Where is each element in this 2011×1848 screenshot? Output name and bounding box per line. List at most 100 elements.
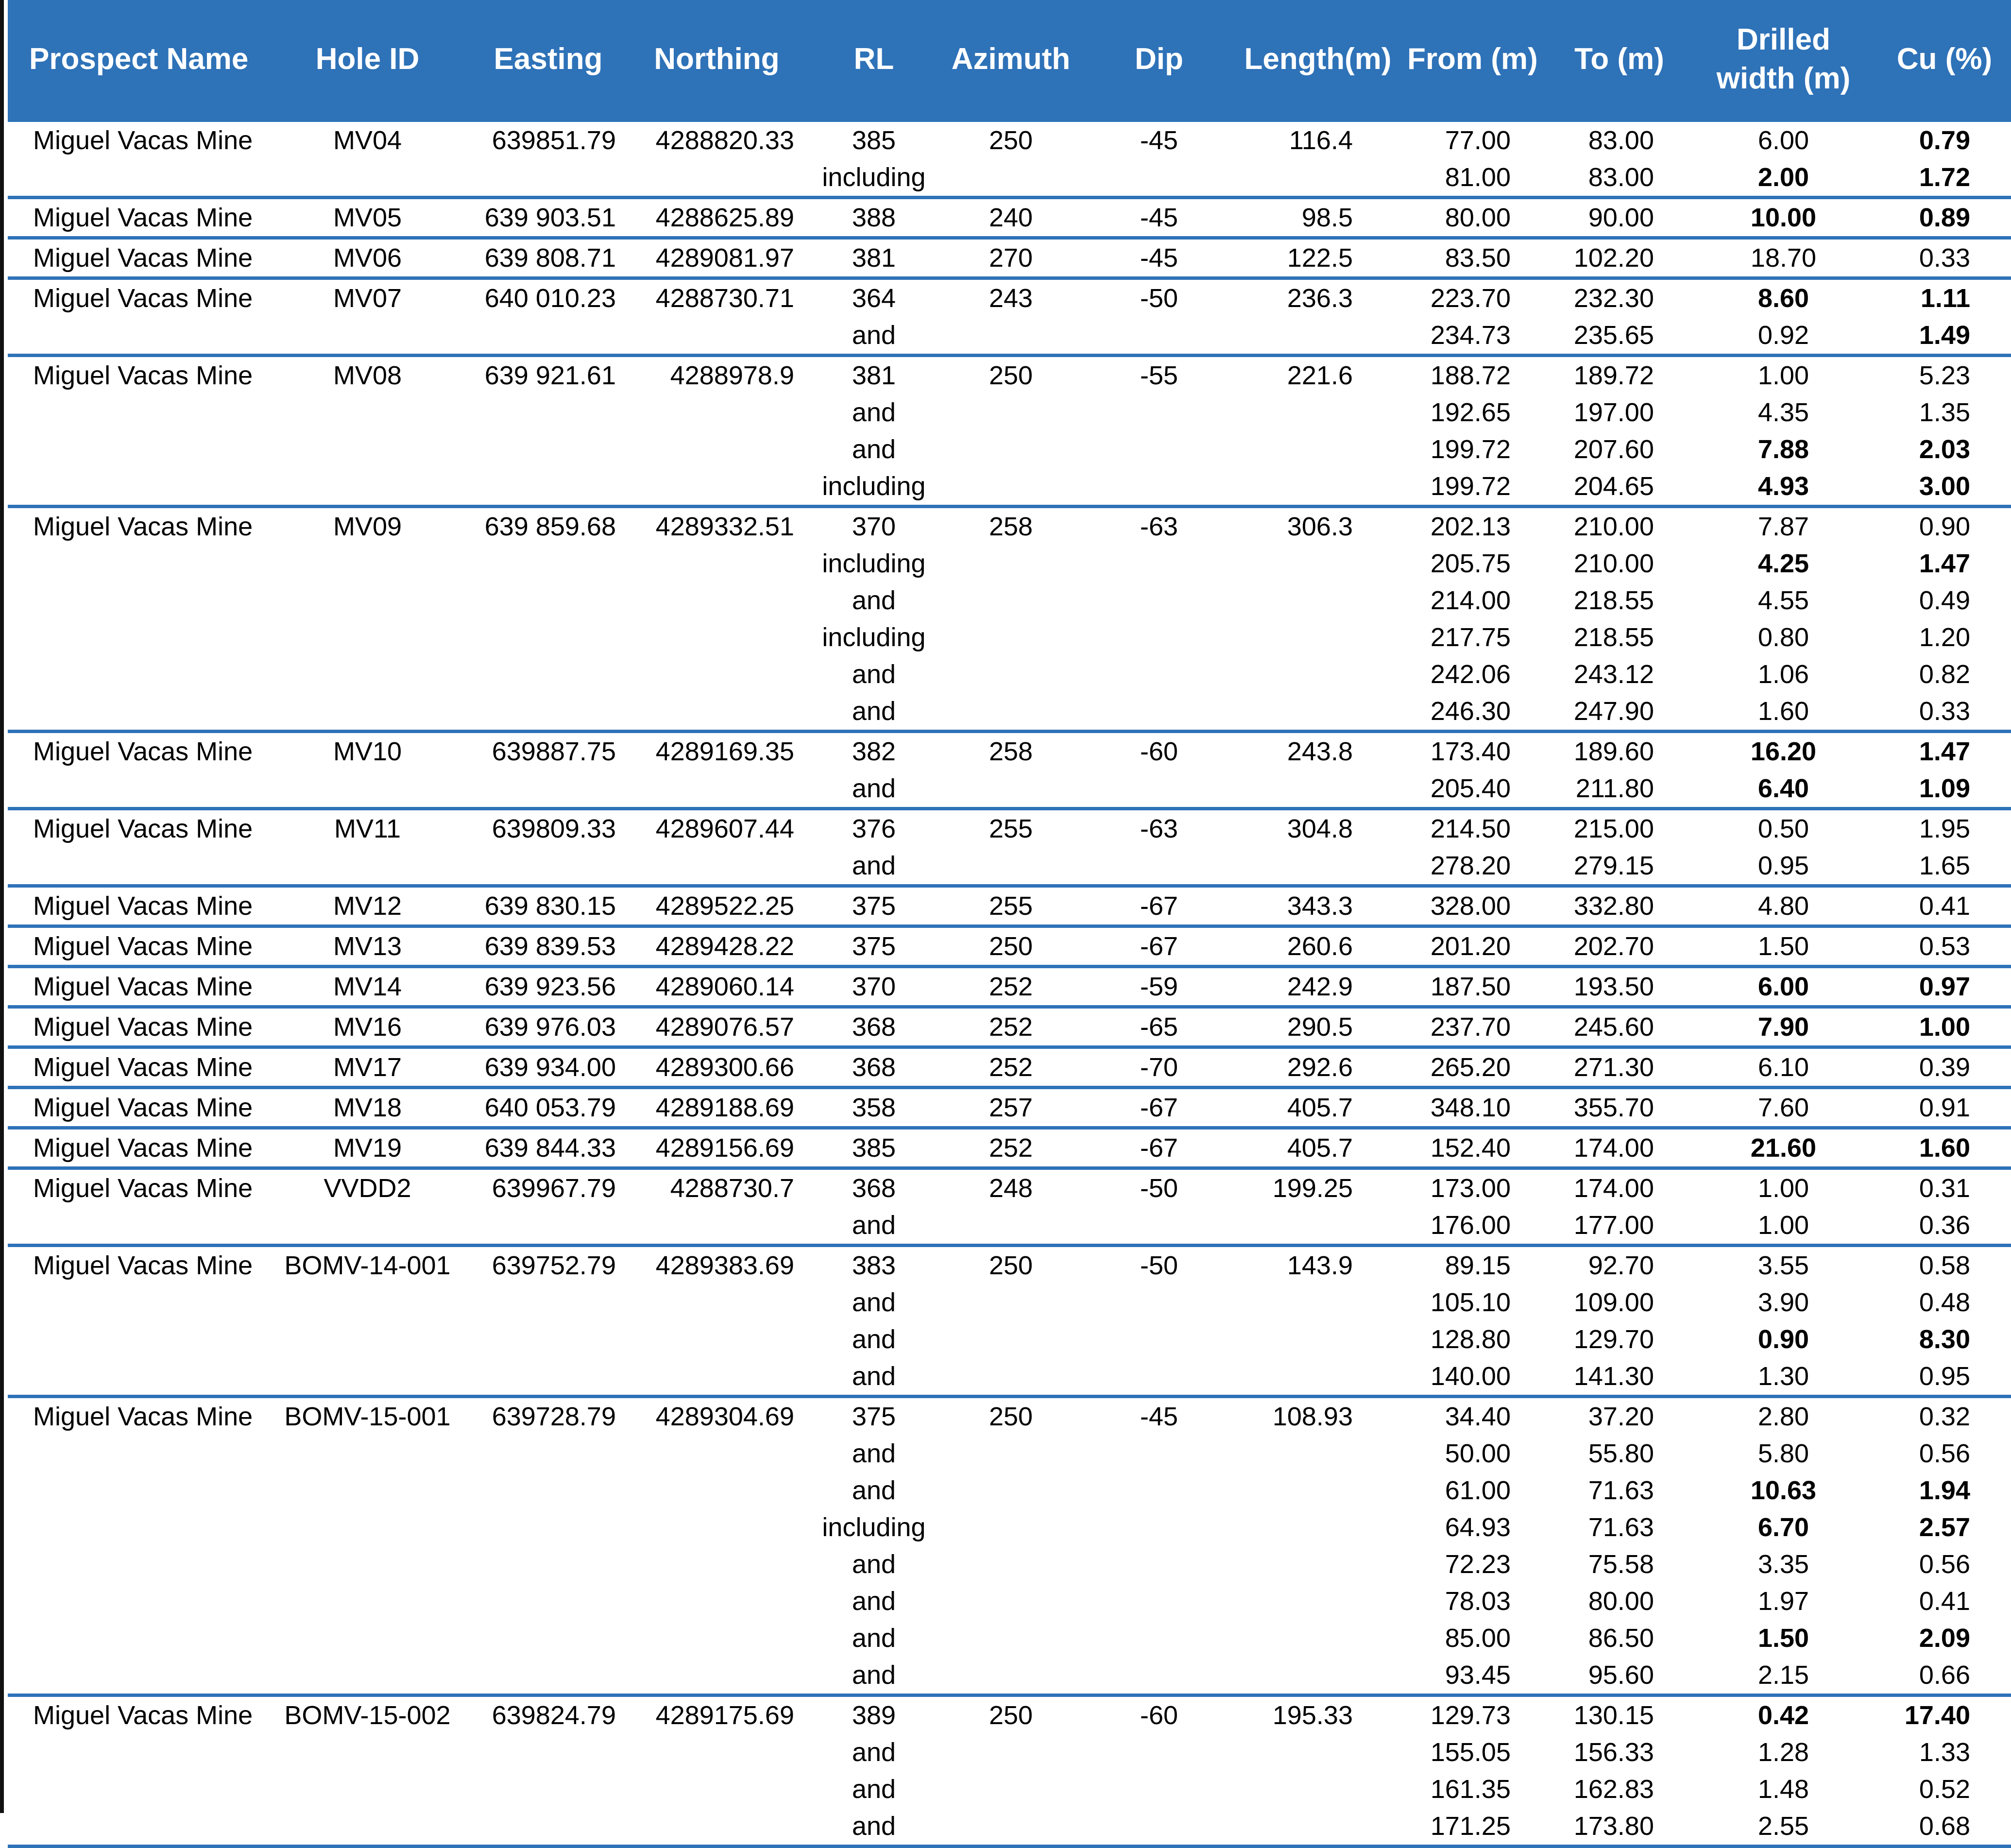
table-row: and 50.00 55.80 5.80 0.56 bbox=[8, 1435, 2011, 1472]
northing-cell: 4289169.35 bbox=[626, 729, 808, 770]
to-cell: 193.50 bbox=[1546, 964, 1693, 1009]
northing-cell bbox=[626, 770, 808, 810]
prospect-name-cell bbox=[8, 656, 264, 693]
table-row: Miguel Vacas Mine BOMV-15-001 639728.79 428… bbox=[8, 1394, 2011, 1435]
dip-cell bbox=[1082, 582, 1236, 619]
length-cell: 304.8 bbox=[1236, 806, 1399, 847]
length-cell bbox=[1236, 1771, 1399, 1808]
interval-label-cell: including bbox=[822, 1512, 926, 1542]
dip-cell bbox=[1082, 692, 1236, 733]
northing-cell bbox=[626, 1546, 808, 1583]
northing-cell bbox=[626, 582, 808, 619]
hole-id-cell bbox=[264, 1771, 471, 1808]
easting-cell bbox=[471, 1771, 626, 1808]
prospect-name-cell bbox=[8, 467, 264, 508]
northing-cell: 4289304.69 bbox=[626, 1394, 808, 1435]
dip-cell: -50 bbox=[1082, 1243, 1236, 1284]
table-row: Miguel Vacas Mine MV08 639 921.61 4288978.9… bbox=[8, 353, 2011, 394]
cu-cell: 0.41 bbox=[1874, 884, 2011, 928]
azimuth-cell bbox=[940, 1771, 1082, 1808]
table-row: Miguel Vacas Mine MV19 639 844.33 4289156.6… bbox=[8, 1126, 2011, 1170]
drilled-width-cell: 6.70 bbox=[1757, 1512, 1809, 1542]
prospect-name-cell: Miguel Vacas Mine bbox=[8, 964, 264, 1009]
azimuth-cell: 252 bbox=[940, 964, 1082, 1009]
drilled-width-cell: 18.70 bbox=[1693, 236, 1874, 280]
to-cell: 174.00 bbox=[1546, 1126, 1693, 1170]
table-row: Miguel Vacas Mine MV18 640 053.79 4289188.6… bbox=[8, 1085, 2011, 1129]
azimuth-cell: 250 bbox=[940, 118, 1082, 159]
table-row: and 78.03 80.00 1.97 0.41 bbox=[8, 1583, 2011, 1620]
cu-cell: 1.65 bbox=[1874, 847, 2011, 888]
easting-cell bbox=[471, 1656, 626, 1697]
easting-cell bbox=[471, 1734, 626, 1771]
hole-id-cell bbox=[264, 394, 471, 431]
easting-cell: 639728.79 bbox=[471, 1394, 626, 1435]
northing-cell bbox=[626, 1734, 808, 1771]
to-cell: 173.80 bbox=[1546, 1807, 1693, 1848]
hole-id-cell: MV07 bbox=[264, 276, 471, 317]
table-row: Miguel Vacas Mine MV13 639 839.53 4289428.2… bbox=[8, 924, 2011, 968]
prospect-name-cell: Miguel Vacas Mine bbox=[8, 118, 264, 159]
table-row: and 192.65 197.00 4.35 1.35 bbox=[8, 394, 2011, 431]
hole-id-cell bbox=[264, 1807, 471, 1848]
drilled-width-cell: 7.90 bbox=[1693, 1005, 1874, 1049]
rl-cell: 370 bbox=[808, 964, 940, 1009]
to-cell: 210.00 bbox=[1546, 504, 1693, 545]
northing-cell bbox=[626, 656, 808, 693]
drilled-width-cell: 2.55 bbox=[1693, 1807, 1874, 1848]
rl-cell: 388 bbox=[808, 195, 940, 240]
azimuth-cell: 250 bbox=[940, 924, 1082, 968]
drilled-width-cell: 7.87 bbox=[1693, 504, 1874, 545]
length-cell: 242.9 bbox=[1236, 964, 1399, 1009]
easting-cell: 639 808.71 bbox=[471, 236, 626, 280]
rl-cell: 385 bbox=[808, 1126, 940, 1170]
interval-label-cell: and bbox=[852, 659, 896, 689]
prospect-name-cell: Miguel Vacas Mine bbox=[8, 924, 264, 968]
drilled-width-cell: 1.00 bbox=[1693, 1166, 1874, 1207]
hole-id-cell bbox=[264, 656, 471, 693]
easting-cell bbox=[471, 656, 626, 693]
azimuth-cell bbox=[940, 619, 1082, 656]
cu-cell: 2.03 bbox=[1919, 434, 1970, 464]
col-header-easting: Easting bbox=[471, 0, 626, 121]
hole-id-cell bbox=[264, 1546, 471, 1583]
dip-cell bbox=[1082, 1656, 1236, 1697]
to-cell: 71.63 bbox=[1588, 1475, 1654, 1505]
to-cell: 37.20 bbox=[1546, 1394, 1693, 1435]
cu-cell: 0.52 bbox=[1919, 1774, 1970, 1804]
easting-cell bbox=[471, 158, 626, 199]
hole-id-cell bbox=[264, 316, 471, 357]
to-cell: 83.00 bbox=[1546, 118, 1693, 159]
azimuth-cell: 250 bbox=[940, 353, 1082, 394]
dip-cell: -59 bbox=[1082, 964, 1236, 1009]
easting-cell bbox=[471, 394, 626, 431]
azimuth-cell bbox=[940, 1807, 1082, 1848]
hole-id-cell: MV14 bbox=[264, 964, 471, 1009]
from-cell: 81.00 bbox=[1399, 158, 1546, 199]
to-cell: 218.55 bbox=[1573, 585, 1654, 615]
table-row: Miguel Vacas Mine BOMV-14-001 639752.79 428… bbox=[8, 1243, 2011, 1284]
prospect-name-cell: Miguel Vacas Mine bbox=[8, 1394, 264, 1435]
col-header-to: To (m) bbox=[1546, 0, 1693, 121]
northing-cell: 4288625.89 bbox=[626, 195, 808, 240]
from-cell: 89.15 bbox=[1399, 1243, 1546, 1284]
to-cell: 162.83 bbox=[1573, 1774, 1654, 1804]
easting-cell bbox=[471, 545, 626, 582]
prospect-name-cell bbox=[8, 1357, 264, 1398]
col-header-azimuth: Azimuth bbox=[940, 0, 1082, 121]
hole-id-cell: BOMV-15-001 bbox=[264, 1394, 471, 1435]
col-header-northing: Northing bbox=[626, 0, 808, 121]
drilled-width-cell: 0.95 bbox=[1693, 847, 1874, 888]
length-cell: 243.8 bbox=[1236, 729, 1399, 770]
hole-id-cell bbox=[264, 1357, 471, 1398]
drilled-width-cell: 7.88 bbox=[1757, 434, 1809, 464]
hole-id-cell bbox=[264, 1435, 471, 1472]
northing-cell: 4288978.9 bbox=[626, 353, 808, 394]
cu-cell: 0.41 bbox=[1919, 1586, 1970, 1616]
hole-id-cell bbox=[264, 467, 471, 508]
from-cell: 176.00 bbox=[1399, 1206, 1546, 1247]
length-cell bbox=[1236, 1284, 1399, 1321]
dip-cell bbox=[1082, 1546, 1236, 1583]
to-cell: 156.33 bbox=[1573, 1737, 1654, 1767]
easting-cell: 639 830.15 bbox=[471, 884, 626, 928]
